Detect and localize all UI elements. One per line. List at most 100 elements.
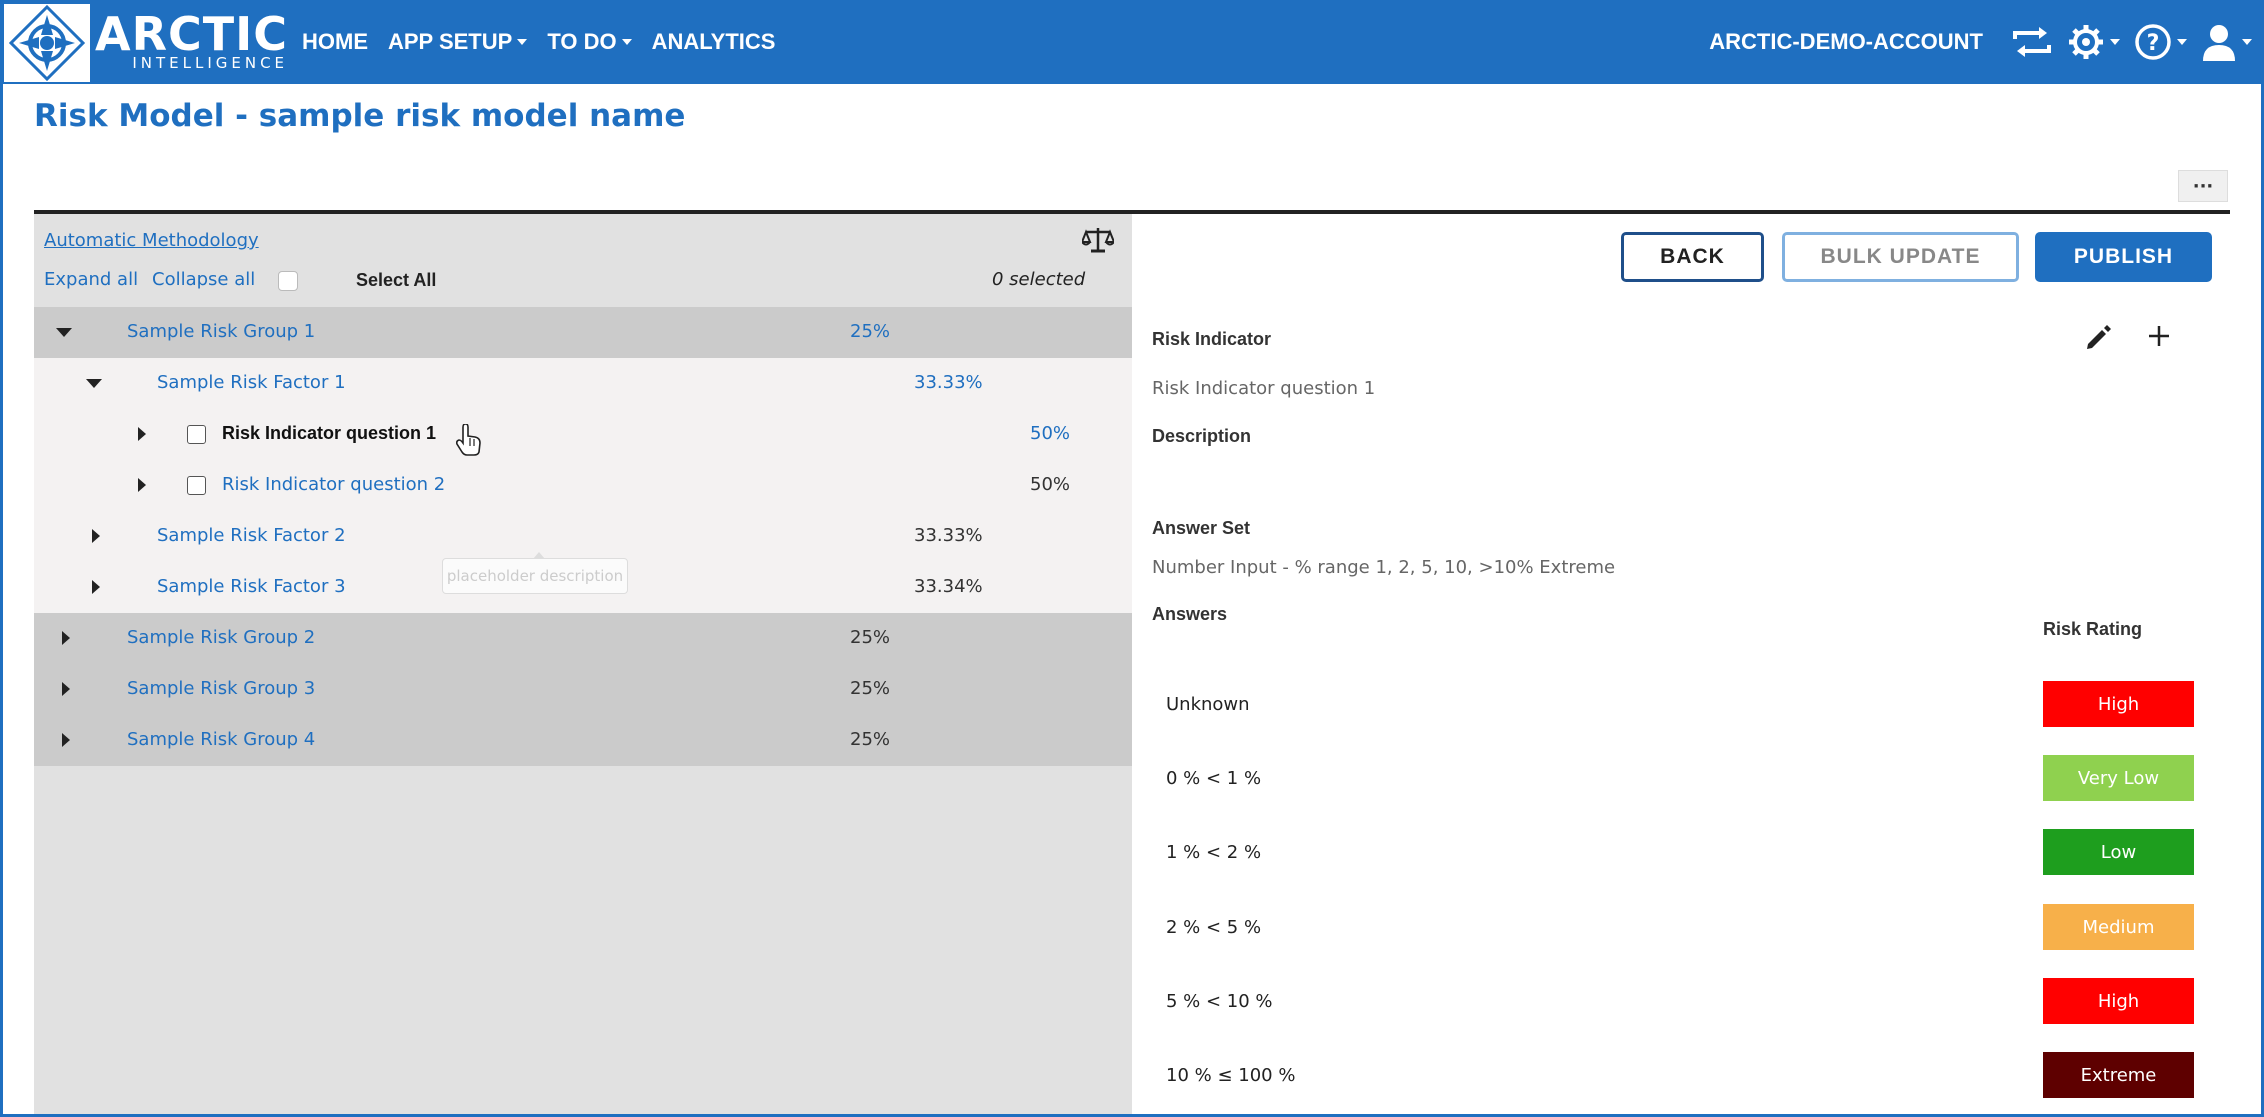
select-all-label: Select All	[356, 270, 437, 290]
bulk-update-button[interactable]: BULK UPDATE	[1782, 232, 2019, 282]
risk-indicator-value: Risk Indicator question 1	[1152, 378, 1376, 399]
caret-right-icon[interactable]	[62, 631, 70, 645]
tree-row-label[interactable]: Risk Indicator question 1	[222, 423, 436, 444]
nav-analytics-label: ANALYTICS	[651, 29, 776, 54]
brand-logo-title: ARCTIC	[95, 7, 289, 61]
risk-tree-panel: Automatic Methodology Expand all Collaps…	[34, 214, 1132, 1117]
expand-all-link[interactable]: Expand all	[44, 269, 138, 290]
tree-row-label[interactable]: Sample Risk Factor 1	[157, 372, 346, 393]
arctic-logo-icon[interactable]	[4, 4, 90, 82]
tree-row-group[interactable]: Sample Risk Group 4 25%	[34, 715, 1132, 766]
switch-account-icon[interactable]	[2011, 25, 2053, 59]
tooltip-text: placeholder description	[446, 567, 624, 585]
hand-cursor-icon	[455, 423, 482, 460]
caret-right-icon[interactable]	[92, 529, 100, 543]
risk-rating-badge: Medium	[2043, 904, 2194, 950]
answer-row: 5 % < 10 % High	[1152, 978, 2194, 1026]
risk-rating-header: Risk Rating	[2043, 619, 2143, 639]
risk-rating-badge: Low	[2043, 829, 2194, 875]
tree-row-group[interactable]: Sample Risk Group 2 25%	[34, 613, 1132, 664]
nav-app-setup-label: APP SETUP	[388, 29, 513, 54]
nav-home[interactable]: HOME	[302, 29, 368, 55]
select-all-checkbox[interactable]	[278, 271, 298, 291]
risk-rating-badge: High	[2043, 681, 2194, 727]
tree-row-weight: 33.33%	[914, 372, 983, 393]
caret-down-icon[interactable]	[86, 379, 102, 388]
risk-rating-badge: Extreme	[2043, 1052, 2194, 1098]
tree-row-factor[interactable]: Sample Risk Factor 1 33.33%	[34, 358, 1132, 409]
description-label: Description	[1152, 426, 1252, 446]
indicator-checkbox[interactable]	[187, 476, 206, 495]
tree-row-weight: 25%	[850, 627, 891, 648]
tree-row-label[interactable]: Risk Indicator question 2	[222, 474, 445, 495]
answer-row: 2 % < 5 % Medium	[1152, 904, 2194, 952]
answer-row: Unknown High	[1152, 681, 2194, 729]
more-options-button[interactable]: ···	[2178, 170, 2228, 202]
answer-text: 10 % ≤ 100 %	[1166, 1065, 1296, 1086]
main-nav: HOME APP SETUP TO DO ANALYTICS	[302, 0, 795, 84]
back-button[interactable]: BACK	[1621, 232, 1764, 282]
tree-row-weight: 25%	[850, 729, 891, 750]
account-name[interactable]: ARCTIC-DEMO-ACCOUNT	[1709, 29, 1983, 55]
answers-label: Answers	[1152, 604, 1228, 624]
risk-rating-badge: High	[2043, 978, 2194, 1024]
tree-row-indicator[interactable]: Risk Indicator question 2 50%	[34, 460, 1132, 511]
selected-count: 0 selected	[992, 269, 1086, 290]
description-tooltip: placeholder description	[442, 552, 628, 594]
answer-text: 2 % < 5 %	[1166, 917, 1262, 938]
collapse-all-link[interactable]: Collapse all	[152, 269, 255, 290]
tree-row-weight: 50%	[1030, 474, 1071, 495]
caret-right-icon[interactable]	[138, 427, 146, 441]
answer-text: 0 % < 1 %	[1166, 768, 1262, 789]
caret-right-icon[interactable]	[62, 733, 70, 747]
top-navbar: ARCTIC INTELLIGENCE HOME APP SETUP TO DO…	[0, 0, 2264, 84]
answer-text: 1 % < 2 %	[1166, 842, 1262, 863]
caret-right-icon[interactable]	[92, 580, 100, 594]
caret-down-icon[interactable]	[56, 328, 72, 337]
tree-row-label[interactable]: Sample Risk Group 3	[127, 678, 315, 699]
nav-to-do[interactable]: TO DO	[547, 29, 632, 55]
tree-row-weight: 50%	[1030, 423, 1071, 444]
pencil-icon[interactable]	[2084, 324, 2112, 356]
nav-app-setup[interactable]: APP SETUP	[388, 29, 528, 55]
user-icon[interactable]	[2201, 23, 2252, 61]
answer-text: 5 % < 10 %	[1166, 991, 1273, 1012]
scales-icon[interactable]	[1080, 226, 1116, 258]
caret-right-icon[interactable]	[138, 478, 146, 492]
tree-row-weight: 25%	[850, 321, 891, 342]
answer-text: Unknown	[1166, 694, 1250, 715]
chevron-down-icon	[2242, 39, 2252, 45]
nav-to-do-label: TO DO	[547, 29, 617, 54]
answer-row: 10 % ≤ 100 % Extreme	[1152, 1052, 2194, 1100]
tree-row-label[interactable]: Sample Risk Factor 3	[157, 576, 346, 597]
nav-right: ARCTIC-DEMO-ACCOUNT ?	[1709, 0, 2252, 84]
help-icon[interactable]: ?	[2134, 23, 2187, 61]
tree-row-label[interactable]: Sample Risk Group 2	[127, 627, 315, 648]
tree-row-group[interactable]: Sample Risk Group 3 25%	[34, 664, 1132, 715]
nav-analytics[interactable]: ANALYTICS	[652, 29, 776, 55]
tree-row-label[interactable]: Sample Risk Group 4	[127, 729, 315, 750]
tree-row-label[interactable]: Sample Risk Factor 2	[157, 525, 346, 546]
automatic-methodology-link[interactable]: Automatic Methodology	[44, 230, 259, 251]
tree-row-weight: 33.33%	[914, 525, 983, 546]
tree-row-weight: 33.34%	[914, 576, 983, 597]
caret-right-icon[interactable]	[62, 682, 70, 696]
tree-row-weight: 25%	[850, 678, 891, 699]
publish-button[interactable]: PUBLISH	[2035, 232, 2212, 282]
answer-row: 1 % < 2 % Low	[1152, 829, 2194, 877]
risk-rating-badge: Very Low	[2043, 755, 2194, 801]
page-title: Risk Model - sample risk model name	[34, 98, 686, 134]
brand-logo[interactable]: ARCTIC INTELLIGENCE	[95, 10, 288, 72]
indicator-checkbox[interactable]	[187, 425, 206, 444]
plus-icon[interactable]	[2146, 323, 2172, 353]
tree-row-group[interactable]: Sample Risk Group 1 25%	[34, 307, 1132, 358]
chevron-down-icon	[517, 39, 528, 45]
chevron-down-icon	[2110, 39, 2120, 45]
answer-row: 0 % < 1 % Very Low	[1152, 755, 2194, 803]
gear-icon[interactable]	[2067, 23, 2120, 61]
tree-row-factor[interactable]: Sample Risk Factor 2 33.33%	[34, 511, 1132, 562]
tree-row-label[interactable]: Sample Risk Group 1	[127, 321, 315, 342]
tree-row-indicator[interactable]: Risk Indicator question 1 50%	[34, 409, 1132, 460]
tooltip-arrow	[533, 552, 545, 559]
answer-set-label: Answer Set	[1152, 518, 1251, 538]
